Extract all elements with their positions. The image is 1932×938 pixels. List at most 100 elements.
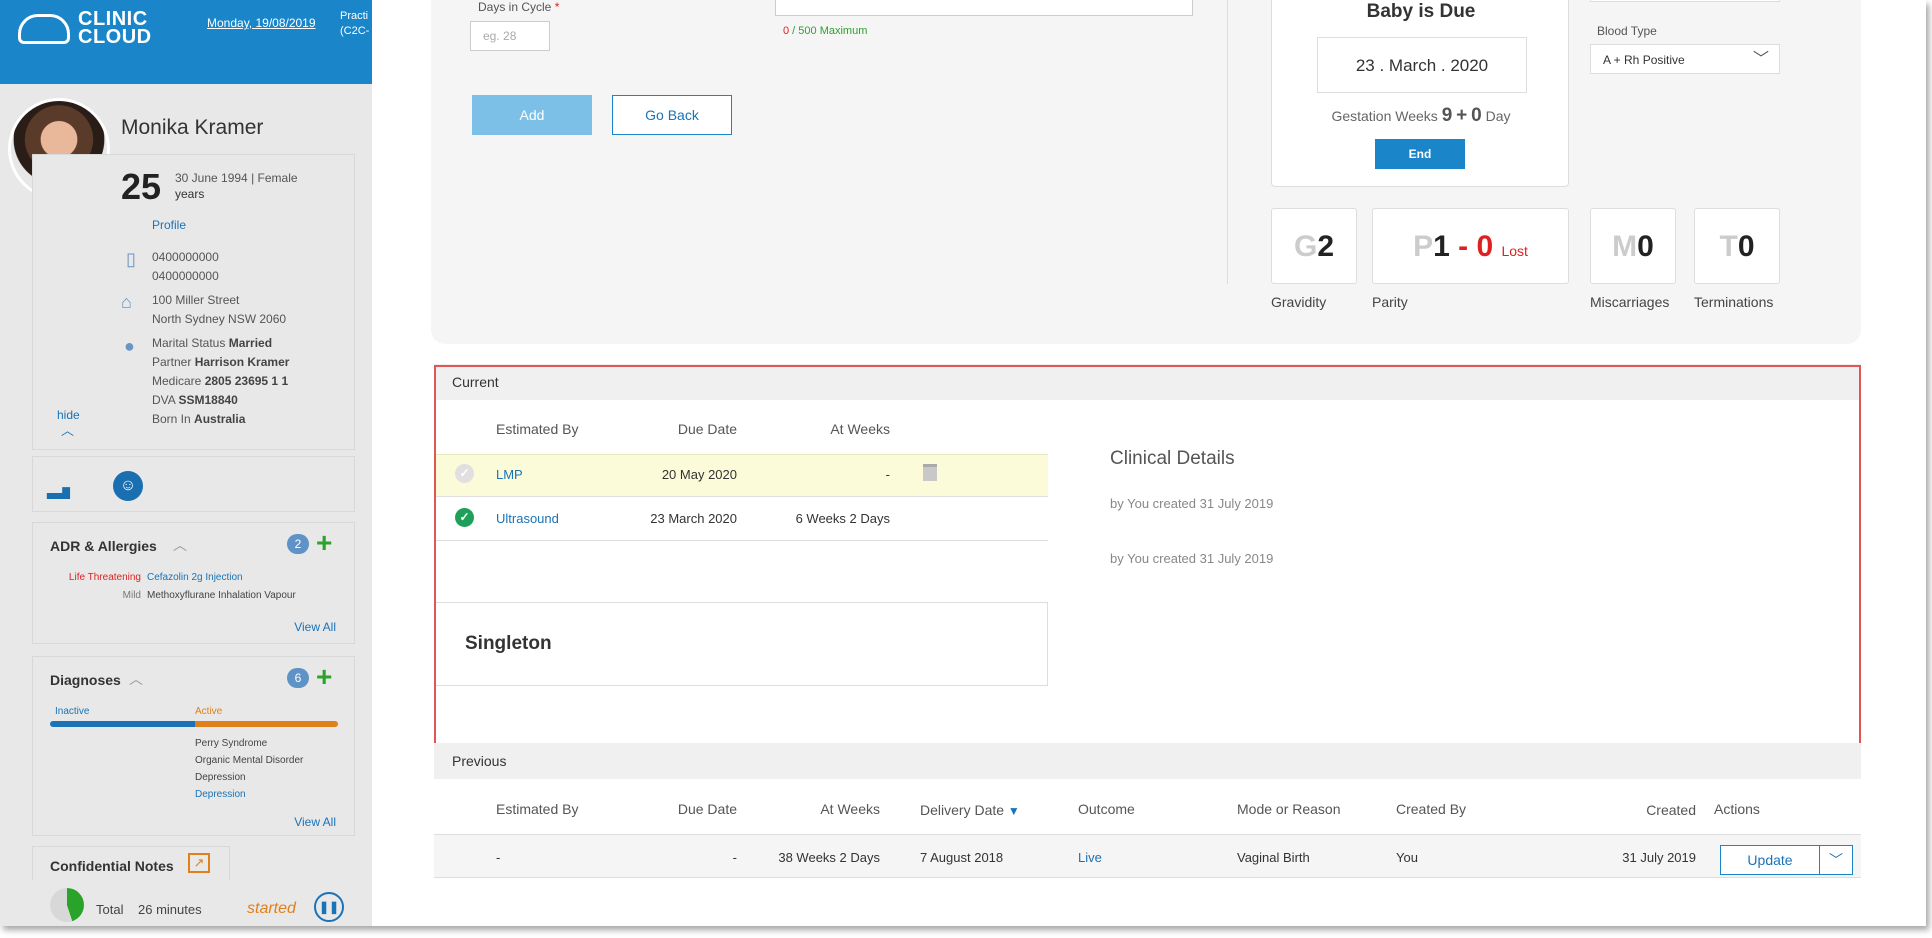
go-back-button[interactable]: Go Back xyxy=(612,95,732,135)
days-label-text: Days in Cycle xyxy=(478,0,552,14)
gestation-plus: + xyxy=(1456,105,1468,126)
allergy-severity: Mild xyxy=(122,590,141,601)
dob-gender: 30 June 1994 | Female xyxy=(175,171,298,185)
chevron-down-icon: ﹀ xyxy=(1752,51,1769,68)
timer-duration: 26 minutes xyxy=(138,902,202,917)
inactive-label: Inactive xyxy=(55,706,90,717)
quick-icons-row: ▂▖ ☺ xyxy=(32,456,355,512)
timer-pie-icon xyxy=(50,888,84,922)
prev-col-due-date: Due Date xyxy=(677,801,737,817)
add-diagnosis-icon[interactable]: + xyxy=(316,663,332,691)
blood-type-select[interactable]: A + Rh Positive ﹀ xyxy=(1590,44,1780,74)
days-in-cycle-input[interactable]: eg. 28 xyxy=(470,21,550,51)
current-section-highlight xyxy=(434,365,1861,745)
prev-delivery-date: 7 August 2018 xyxy=(920,850,1004,865)
notes-textarea[interactable] xyxy=(775,0,1193,16)
phone-numbers: 0400000000 0400000000 xyxy=(152,248,219,286)
confidential-notes-tab[interactable]: Confidential Notes ↗ xyxy=(32,846,230,882)
cloud-icon xyxy=(18,14,70,44)
dva-label: DVA xyxy=(152,393,176,407)
parity-box: P1 - 0 Lost xyxy=(1372,208,1569,284)
diagnoses-count-badge: 6 xyxy=(287,668,309,688)
g-letter: G xyxy=(1293,230,1318,263)
partner-value: Harrison Kramer xyxy=(194,355,290,369)
gestation-day-label: Day xyxy=(1485,108,1511,124)
due-title: Baby is Due xyxy=(1366,1,1476,22)
timer-total-label: Total xyxy=(96,902,124,917)
scale-icon[interactable]: ▂▖ xyxy=(47,475,78,500)
prev-col-outcome: Outcome xyxy=(1078,801,1135,817)
chevron-up-icon[interactable]: ︿ xyxy=(61,420,74,439)
diagnosis-item-link[interactable]: Depression xyxy=(195,789,246,800)
update-dropdown-button[interactable]: ﹀ xyxy=(1819,845,1853,875)
p-letter: P xyxy=(1413,230,1434,263)
gestation-weeks: 9 xyxy=(1441,105,1453,126)
age-unit: years xyxy=(175,187,205,201)
chevron-up-icon[interactable]: ︿ xyxy=(129,669,143,689)
prev-due-date: - xyxy=(732,850,737,865)
top-bar: CLINIC CLOUD Monday, 19/08/2019 Practi (C2… xyxy=(0,0,372,52)
patient-name: Monika Kramer xyxy=(121,116,264,139)
allergy-name-link[interactable]: Cefazolin 2g Injection xyxy=(147,571,243,585)
allergies-view-all[interactable]: View All xyxy=(294,620,336,634)
date-link[interactable]: Monday, 19/08/2019 xyxy=(207,16,316,30)
phone-1: 0400000000 xyxy=(152,250,219,264)
due-date-field[interactable]: 23 . March . 2020 xyxy=(1317,37,1527,93)
born-value: Australia xyxy=(194,412,246,426)
sort-desc-icon[interactable]: ▼ xyxy=(1008,804,1020,818)
previous-section-header: Previous xyxy=(434,743,1861,779)
timer-status: started xyxy=(247,900,296,917)
profile-link[interactable]: Profile xyxy=(152,218,186,232)
prev-col-delivery-date[interactable]: Delivery Date ▼ xyxy=(920,802,1020,818)
timer-bar: Total 26 minutes started ❚❚ xyxy=(0,880,372,926)
p-dash: - xyxy=(1449,230,1477,263)
required-mark: * xyxy=(554,0,560,14)
top-bar-strip xyxy=(0,52,372,84)
divider xyxy=(1227,0,1228,284)
gestation-label: Gestation Weeks xyxy=(1331,108,1438,124)
p-lost-value: 0 xyxy=(1476,230,1494,263)
end-button[interactable]: End xyxy=(1375,139,1465,169)
prev-col-created-by: Created By xyxy=(1396,801,1467,817)
due-date-card: Baby is Due 23 . March . 2020 Gestation … xyxy=(1271,0,1569,187)
add-allergy-icon[interactable]: + xyxy=(316,529,332,557)
diagnosis-list: Perry Syndrome Organic Mental Disorder D… xyxy=(195,735,303,803)
days-in-cycle-label: Days in Cycle * xyxy=(478,0,559,14)
medicare-label: Medicare xyxy=(152,374,202,388)
prev-outcome-link[interactable]: Live xyxy=(1078,850,1102,865)
born-label: Born In xyxy=(152,412,191,426)
pregnancy-icon[interactable]: ☺ xyxy=(113,471,143,501)
diagnosis-item: Perry Syndrome xyxy=(195,738,268,749)
demographics: Marital Status Married Partner Harrison … xyxy=(152,334,289,429)
char-counter: 0 / 500 Maximum xyxy=(783,25,867,37)
add-button[interactable]: Add xyxy=(472,95,592,135)
chevron-down-icon: ﹀ xyxy=(1829,852,1843,868)
diagnoses-panel: Diagnoses ︿ 6 + Inactive Active Perry Sy… xyxy=(32,656,355,836)
allergy-severity: Life Threatening xyxy=(68,572,141,583)
clinic-cloud-logo[interactable]: CLINIC CLOUD xyxy=(18,6,168,47)
allergies-panel: ADR & Allergies ︿ 2 + Life Threatening C… xyxy=(32,522,355,644)
pause-icon[interactable]: ❚❚ xyxy=(314,892,344,922)
allergies-title: ADR & Allergies xyxy=(50,538,157,554)
chevron-up-icon[interactable]: ︿ xyxy=(173,535,187,555)
external-link-icon[interactable]: ↗ xyxy=(188,853,210,873)
g-value: 2 xyxy=(1317,230,1335,263)
prev-col-created: Created xyxy=(1646,802,1696,818)
counter-max: / 500 Maximum xyxy=(789,25,868,37)
blood-type-label: Blood Type xyxy=(1597,24,1657,38)
patient-age: 25 xyxy=(121,166,162,207)
field-above-blood[interactable] xyxy=(1590,0,1780,2)
t-letter: T xyxy=(1719,230,1738,263)
m-letter: M xyxy=(1612,230,1638,263)
partner-label: Partner xyxy=(152,355,192,369)
prev-created: 31 July 2019 xyxy=(1622,850,1696,865)
marital-value: Married xyxy=(228,336,273,350)
gestation-days: 0 xyxy=(1471,105,1482,126)
prev-col-mode: Mode or Reason xyxy=(1237,801,1341,817)
app-window: CLINIC CLOUD Monday, 19/08/2019 Practi (C2… xyxy=(0,0,1926,926)
diagnoses-view-all[interactable]: View All xyxy=(294,815,336,829)
allergies-count-badge: 2 xyxy=(287,534,309,554)
update-button[interactable]: Update xyxy=(1720,845,1820,875)
phone-2: 0400000000 xyxy=(152,269,219,283)
prev-mode: Vaginal Birth xyxy=(1237,850,1310,865)
